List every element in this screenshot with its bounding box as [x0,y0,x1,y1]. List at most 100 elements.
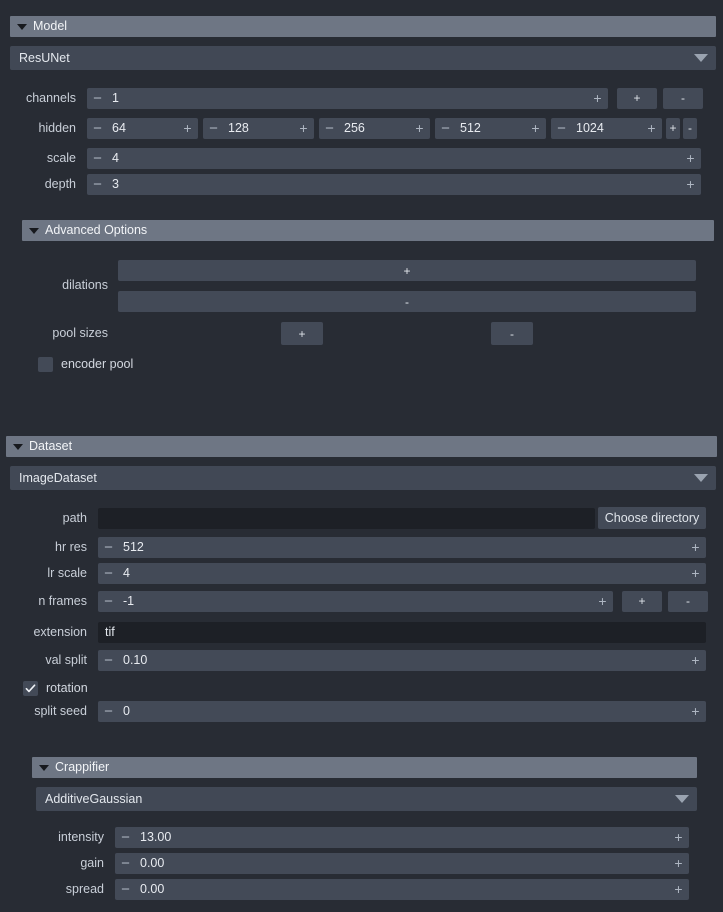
plus-icon[interactable]: + [668,853,689,874]
minus-icon[interactable]: − [98,591,119,612]
dataset-select-dropdown[interactable]: ImageDataset [10,466,716,490]
minus-icon[interactable]: − [203,118,224,139]
rotation-checkbox-row[interactable]: rotation [23,677,88,699]
model-section-header[interactable]: Model [10,16,716,37]
minus-icon[interactable]: − [98,650,119,671]
label-lr-scale: lr scale [47,566,87,580]
minus-icon[interactable]: − [115,853,136,874]
rotation-checkbox[interactable] [23,680,38,696]
dataset-section-header[interactable]: Dataset [6,436,717,457]
hr-res-value[interactable]: 512 [119,540,685,554]
minus-icon[interactable]: − [87,148,108,169]
scale-value[interactable]: 4 [108,151,680,165]
dataset-header-bar[interactable]: Dataset [6,436,717,457]
n-frames-value[interactable]: -1 [119,594,592,608]
minus-icon[interactable]: − [115,879,136,900]
val-split-spinner[interactable]: − 0.10 + [98,649,706,671]
path-input[interactable] [98,507,595,529]
channels-remove-button[interactable]: - [663,87,703,109]
hidden-value-2[interactable]: 256 [340,121,409,135]
depth-value[interactable]: 3 [108,177,680,191]
val-split-value[interactable]: 0.10 [119,653,685,667]
gain-spinner[interactable]: − 0.00 + [115,852,689,874]
plus-icon[interactable]: + [668,827,689,848]
split-seed-spinner[interactable]: − 0 + [98,700,706,722]
plus-icon[interactable]: + [680,174,701,195]
n-frames-spinner[interactable]: − -1 + [98,590,613,612]
crappifier-select-dropdown[interactable]: AdditiveGaussian [36,787,697,811]
n-frames-remove-button[interactable]: - [668,590,708,612]
hidden-add-button[interactable]: + [666,117,680,139]
channels-value[interactable]: 1 [108,91,587,105]
channels-add-button[interactable]: + [617,87,657,109]
plus-icon[interactable]: + [587,88,608,109]
caret-down-icon[interactable] [675,795,689,803]
minus-icon[interactable]: − [319,118,340,139]
split-seed-value[interactable]: 0 [119,704,685,718]
minus-icon[interactable]: − [115,827,136,848]
minus-icon[interactable]: − [435,118,456,139]
hidden-spinner-1[interactable]: − 128 + [203,117,314,139]
minus-icon[interactable]: − [98,563,119,584]
minus-icon[interactable]: − [87,88,108,109]
pool-sizes-add-button[interactable]: + [281,322,323,345]
triangle-down-icon[interactable] [17,23,27,30]
crappifier-header-bar[interactable]: Crappifier [32,757,697,778]
channels-spinner[interactable]: − 1 + [87,87,608,109]
plus-icon[interactable]: + [685,563,706,584]
caret-down-icon[interactable] [694,54,708,62]
crappifier-section-header[interactable]: Crappifier [32,757,697,778]
encoder-pool-checkbox-row[interactable]: encoder pool [38,353,133,375]
hidden-spinner-0[interactable]: − 64 + [87,117,198,139]
triangle-down-icon[interactable] [13,443,23,450]
pool-sizes-remove-button[interactable]: - [491,322,533,345]
dilations-remove-button[interactable]: - [118,291,696,312]
hidden-spinner-4[interactable]: − 1024 + [551,117,662,139]
model-header-bar[interactable]: Model [10,16,716,37]
minus-icon[interactable]: − [98,537,119,558]
triangle-down-icon[interactable] [39,764,49,771]
hr-res-spinner[interactable]: − 512 + [98,536,706,558]
plus-icon[interactable]: + [293,118,314,139]
scale-spinner[interactable]: − 4 + [87,147,701,169]
minus-icon[interactable]: − [551,118,572,139]
hidden-remove-button[interactable]: - [683,117,697,139]
hidden-value-1[interactable]: 128 [224,121,293,135]
hidden-value-3[interactable]: 512 [456,121,525,135]
hidden-value-4[interactable]: 1024 [572,121,641,135]
advanced-options-section-header[interactable]: Advanced Options [22,220,714,241]
encoder-pool-checkbox[interactable] [38,356,53,372]
gain-value[interactable]: 0.00 [136,856,668,870]
plus-icon[interactable]: + [592,591,613,612]
intensity-spinner[interactable]: − 13.00 + [115,826,689,848]
hidden-spinner-2[interactable]: − 256 + [319,117,430,139]
spread-spinner[interactable]: − 0.00 + [115,878,689,900]
dilations-add-button[interactable]: + [118,260,696,281]
plus-icon[interactable]: + [525,118,546,139]
lr-scale-value[interactable]: 4 [119,566,685,580]
extension-input[interactable]: tif [98,621,706,643]
minus-icon[interactable]: − [98,701,119,722]
plus-icon[interactable]: + [409,118,430,139]
n-frames-add-button[interactable]: + [622,590,662,612]
plus-icon[interactable]: + [668,879,689,900]
triangle-down-icon[interactable] [29,227,39,234]
intensity-value[interactable]: 13.00 [136,830,668,844]
model-select-dropdown[interactable]: ResUNet [10,46,716,70]
minus-icon[interactable]: − [87,174,108,195]
hidden-spinner-3[interactable]: − 512 + [435,117,546,139]
depth-spinner[interactable]: − 3 + [87,173,701,195]
minus-icon[interactable]: − [87,118,108,139]
plus-icon[interactable]: + [685,701,706,722]
plus-icon[interactable]: + [177,118,198,139]
plus-icon[interactable]: + [680,148,701,169]
plus-icon[interactable]: + [641,118,662,139]
plus-icon[interactable]: + [685,650,706,671]
plus-icon[interactable]: + [685,537,706,558]
caret-down-icon[interactable] [694,474,708,482]
advanced-header-bar[interactable]: Advanced Options [22,220,714,241]
spread-value[interactable]: 0.00 [136,882,668,896]
choose-directory-button[interactable]: Choose directory [598,507,706,529]
hidden-value-0[interactable]: 64 [108,121,177,135]
lr-scale-spinner[interactable]: − 4 + [98,562,706,584]
